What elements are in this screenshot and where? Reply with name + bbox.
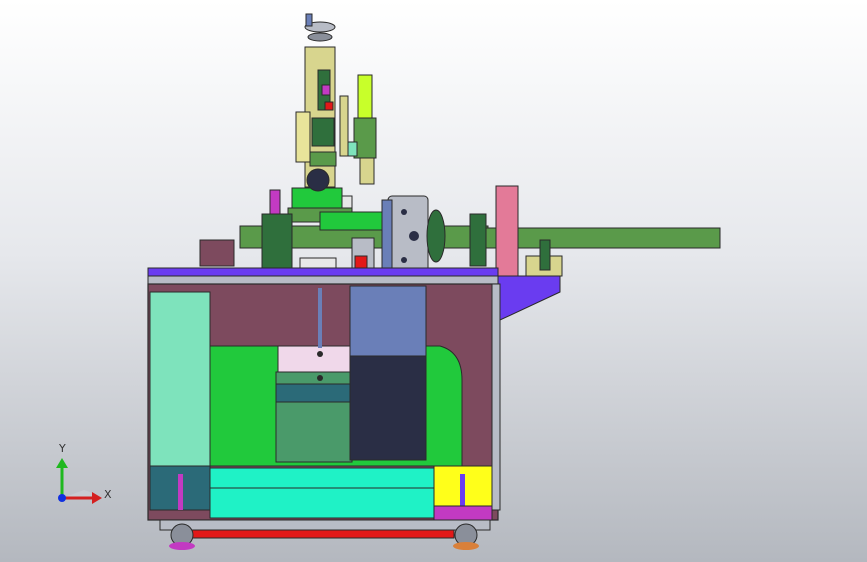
machine-assembly-drawing[interactable] (0, 0, 867, 562)
x-axis-arrowhead (92, 492, 102, 504)
base-rail (159, 519, 491, 550)
vertical-column (269, 46, 377, 223)
hand-wheel (304, 13, 336, 42)
cad-viewport[interactable]: Y X (0, 0, 867, 562)
orientation-triad (56, 458, 102, 504)
end-plate (495, 185, 563, 321)
y-axis-arrowhead (56, 458, 68, 468)
triad-y-label: Y (59, 442, 66, 455)
machine-assembly (147, 13, 721, 550)
triad-x-label: X (104, 488, 112, 501)
z-axis-dot (58, 494, 66, 502)
